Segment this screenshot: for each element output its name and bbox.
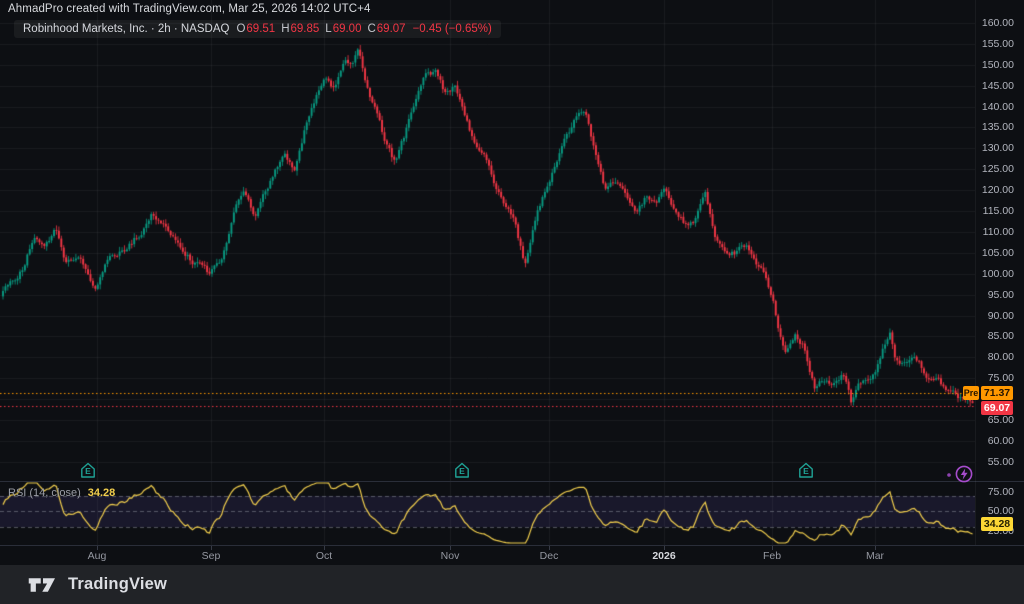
tradingview-snapshot: AhmadPro created with TradingView.com, M… xyxy=(0,0,1024,604)
open-value: 69.51 xyxy=(246,23,275,35)
price-tick-label: 145.00 xyxy=(982,80,1014,92)
time-tick-label: Oct xyxy=(302,550,346,562)
price-tick-label: 105.00 xyxy=(982,247,1014,259)
price-tick-label: 75.00 xyxy=(988,372,1014,384)
lightning-icon[interactable] xyxy=(941,462,977,486)
premarket-chip: Pre xyxy=(963,386,979,400)
symbol-title: Robinhood Markets, Inc. · 2h · NASDAQ xyxy=(23,23,229,35)
time-tick-mark xyxy=(211,546,212,550)
time-tick-label: Aug xyxy=(75,550,119,562)
rsi-title: RSI (14, close) xyxy=(8,487,81,499)
price-tick-label: 135.00 xyxy=(982,121,1014,133)
close-label: C xyxy=(367,23,375,35)
price-tick-label: 120.00 xyxy=(982,184,1014,196)
footer-bar: TradingView xyxy=(0,565,1024,604)
price-tick-label: 60.00 xyxy=(988,435,1014,447)
price-tick-label: 95.00 xyxy=(988,289,1014,301)
price-tick-label: 100.00 xyxy=(982,268,1014,280)
candlestick-chart-canvas[interactable] xyxy=(0,0,975,481)
tradingview-logo-icon xyxy=(28,574,58,596)
price-tick-label: 80.00 xyxy=(988,351,1014,363)
price-tick-label: 130.00 xyxy=(982,142,1014,154)
time-tick-label: Mar xyxy=(853,550,897,562)
pane-separator[interactable] xyxy=(0,481,1024,482)
price-tick-label: 125.00 xyxy=(982,163,1014,175)
time-tick-mark xyxy=(97,546,98,550)
tradingview-logo-text: TradingView xyxy=(68,575,167,594)
rsi-tick-label: 50.00 xyxy=(988,505,1014,517)
symbol-legend[interactable]: Robinhood Markets, Inc. · 2h · NASDAQ O6… xyxy=(14,20,501,38)
earnings-icon[interactable]: E xyxy=(798,462,814,479)
svg-text:E: E xyxy=(85,466,91,476)
time-tick-label: Nov xyxy=(428,550,472,562)
ohlc-values: O69.51 H69.85 L69.00 C69.07 xyxy=(236,23,405,35)
last-price-badge: 69.07 xyxy=(981,401,1013,415)
time-tick-mark xyxy=(772,546,773,550)
rsi-legend[interactable]: RSI (14, close) 34.28 xyxy=(8,487,115,499)
time-tick-mark xyxy=(324,546,325,550)
price-tick-label: 140.00 xyxy=(982,101,1014,113)
svg-text:E: E xyxy=(803,466,809,476)
price-tick-label: 85.00 xyxy=(988,330,1014,342)
price-tick-label: 65.00 xyxy=(988,414,1014,426)
high-value: 69.85 xyxy=(291,23,320,35)
attribution-text: AhmadPro created with TradingView.com, M… xyxy=(8,3,370,15)
rsi-value-badge: 34.28 xyxy=(981,517,1013,531)
time-tick-label: Sep xyxy=(189,550,233,562)
time-tick-label: Dec xyxy=(527,550,571,562)
time-tick-mark xyxy=(875,546,876,550)
time-tick-mark xyxy=(664,546,665,550)
low-label: L xyxy=(325,23,331,35)
time-tick-mark xyxy=(450,546,451,550)
price-tick-label: 155.00 xyxy=(982,38,1014,50)
open-label: O xyxy=(236,23,245,35)
low-value: 69.00 xyxy=(333,23,362,35)
price-tick-label: 55.00 xyxy=(988,456,1014,468)
time-tick-label: 2026 xyxy=(642,550,686,562)
tradingview-logo[interactable]: TradingView xyxy=(28,574,167,596)
price-tick-label: 90.00 xyxy=(988,310,1014,322)
time-axis[interactable]: Aug Sep Oct Nov Dec 2026 Feb Mar xyxy=(0,545,1024,566)
price-tick-label: 160.00 xyxy=(982,17,1014,29)
time-tick-mark xyxy=(549,546,550,550)
earnings-icon[interactable]: E xyxy=(454,462,470,479)
rsi-chart-canvas[interactable] xyxy=(0,481,975,545)
high-label: H xyxy=(281,23,289,35)
svg-text:E: E xyxy=(459,466,465,476)
price-tick-label: 110.00 xyxy=(983,226,1014,238)
price-tick-label: 150.00 xyxy=(982,59,1014,71)
change-value: −0.45 (−0.65%) xyxy=(413,23,492,35)
close-value: 69.07 xyxy=(377,23,406,35)
premarket-price-badge: 71.37 xyxy=(981,386,1013,400)
rsi-value: 34.28 xyxy=(88,487,116,499)
rsi-tick-label: 75.00 xyxy=(988,486,1014,498)
time-tick-label: Feb xyxy=(750,550,794,562)
price-tick-label: 115.00 xyxy=(983,205,1014,217)
rsi-axis[interactable]: 75.0050.0025.00 xyxy=(975,481,1024,545)
earnings-icon[interactable]: E xyxy=(80,462,96,479)
